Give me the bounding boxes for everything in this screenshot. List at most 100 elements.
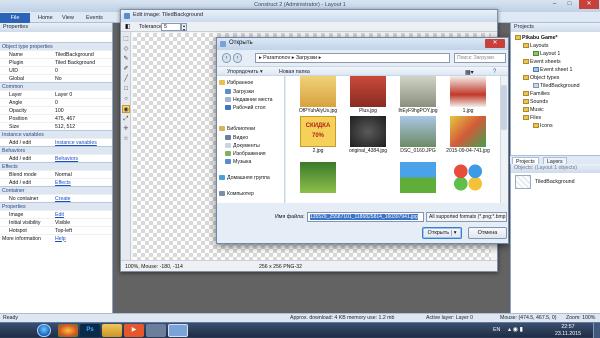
tolerance-input[interactable]: 5 — [161, 23, 181, 31]
prop-more-info[interactable]: More information Help — [0, 234, 112, 242]
file-item[interactable] — [346, 162, 390, 202]
explorer-icon[interactable] — [102, 324, 122, 337]
file-item[interactable] — [396, 162, 440, 202]
section-behaviors[interactable]: Behaviors — [0, 146, 112, 154]
select-tool-icon[interactable]: ⬚ — [122, 35, 130, 43]
edit-image-link[interactable]: Edit — [55, 212, 64, 218]
nav-music[interactable]: Музыка — [225, 159, 251, 167]
maximize-icon[interactable]: □ — [562, 0, 577, 9]
tree-layout-1[interactable]: Layout 1 — [533, 51, 560, 59]
nav-favorites[interactable]: Избранное — [219, 80, 253, 88]
nav-documents[interactable]: Документы — [225, 143, 260, 151]
tab-home[interactable]: Home — [32, 13, 59, 23]
line-tool-icon[interactable]: ╱ — [122, 75, 130, 83]
section-effects[interactable]: Effects — [0, 162, 112, 170]
pencil-icon[interactable]: ✎ — [122, 55, 130, 63]
prop-layer[interactable]: Layer Layer 0 — [0, 90, 112, 98]
tree-icons[interactable]: Icons — [533, 123, 553, 131]
tab-events[interactable]: Events — [80, 13, 109, 23]
forward-icon[interactable]: › — [233, 53, 242, 63]
chrome-icon[interactable] — [58, 324, 78, 337]
hotspot-icon[interactable]: ✛ — [122, 125, 130, 133]
clock-time[interactable]: 22:57 — [548, 324, 588, 330]
ellipse-tool-icon[interactable]: ○ — [122, 95, 130, 103]
file-item[interactable]: OfPYuhAlyUs.jpg — [296, 76, 340, 116]
file-item[interactable] — [446, 162, 490, 202]
prop-hotspot[interactable]: Hotspot Top-left — [0, 226, 112, 234]
section-instance-variables[interactable]: Instance variables — [0, 130, 112, 138]
view-options-icon[interactable]: ▦▾ — [465, 69, 474, 76]
file-item[interactable]: original_4384.jpg — [346, 116, 390, 156]
tree-layouts[interactable]: Layouts — [523, 43, 549, 51]
nav-recent[interactable]: Недавние места — [225, 97, 273, 105]
object-thumbnail[interactable] — [515, 175, 531, 189]
file-item[interactable]: lhEyF9hgPOY.jpg — [396, 76, 440, 116]
file-item[interactable]: DSC_0160.JPG — [396, 116, 440, 156]
brush-icon[interactable]: ✐ — [122, 65, 130, 73]
split-arrow-icon[interactable]: ▾ — [450, 230, 457, 236]
nav-desktop[interactable]: Рабочий стол — [225, 105, 266, 113]
help-link[interactable]: Help — [55, 236, 66, 242]
effects-link[interactable]: Effects — [55, 180, 71, 186]
nav-downloads[interactable]: Загрузки — [225, 89, 254, 97]
media-player-icon[interactable]: ▶ — [124, 324, 144, 337]
photoshop-icon[interactable]: Ps — [80, 324, 100, 337]
prop-instvars[interactable]: Add / edit Instance variables — [0, 138, 112, 146]
nav-libraries[interactable]: Библиотеки — [219, 126, 255, 134]
prop-name[interactable]: Name TiledBackground — [0, 50, 112, 58]
filetype-select[interactable]: All supported formats (*.png;*.bmp;*.jpg… — [426, 212, 507, 222]
scrollbar-thumb[interactable] — [501, 85, 507, 130]
open-button[interactable]: Открыть ▾ — [422, 227, 462, 239]
section-object-type[interactable]: Object type properties — [0, 42, 112, 50]
organize-button[interactable]: Упорядочить ▾ — [227, 69, 263, 75]
section-common[interactable]: Common — [0, 82, 112, 90]
prop-angle[interactable]: Angle 0 — [0, 98, 112, 106]
prop-initial-visibility[interactable]: Initial visibility Visible — [0, 218, 112, 226]
file-item[interactable] — [296, 162, 340, 202]
app-taskbar-icon[interactable] — [146, 324, 166, 337]
tray-icons[interactable]: ▴ ◉ ▮ — [508, 326, 523, 333]
star-icon[interactable]: ☆ — [122, 135, 130, 143]
fill-tool-icon[interactable]: ◉ — [122, 105, 130, 113]
dialog-search-input[interactable]: Поиск: Загрузки — [454, 53, 506, 63]
back-icon[interactable]: ‹ — [222, 53, 231, 63]
tree-project-root[interactable]: Pikabu Game* — [515, 35, 558, 43]
tolerance-spinner[interactable]: ▴ ▾ — [181, 23, 187, 32]
minimize-icon[interactable]: – — [547, 0, 562, 9]
tree-sounds[interactable]: Sounds — [523, 99, 548, 107]
close-icon[interactable]: ✕ — [579, 0, 599, 9]
tree-tiledbackground[interactable]: TiledBackground — [533, 83, 580, 91]
prop-container[interactable]: No container Create — [0, 194, 112, 202]
prop-opacity[interactable]: Opacity 100 — [0, 106, 112, 114]
tree-families[interactable]: Families — [523, 91, 550, 99]
prop-behaviors[interactable]: Add / edit Behaviors — [0, 154, 112, 162]
help-icon[interactable]: ? — [493, 69, 496, 75]
file-item[interactable]: 2015-09-04-741.jpg — [446, 116, 490, 156]
section-container[interactable]: Container — [0, 186, 112, 194]
file-item[interactable]: СКИДКА 70% 2.jpg — [296, 116, 340, 156]
prop-size[interactable]: Size 512, 512 — [0, 122, 112, 130]
rectangle-tool-icon[interactable]: □ — [122, 85, 130, 93]
nav-images[interactable]: Изображения — [225, 151, 266, 159]
filename-input[interactable]: 135529_25587101_1186825814_160397941.jpg — [307, 212, 424, 222]
tree-object-types[interactable]: Object types — [523, 75, 559, 83]
eyedropper-icon[interactable]: ⤢ — [122, 115, 130, 123]
eraser-icon[interactable]: ◇ — [122, 45, 130, 53]
object-item-label[interactable]: TiledBackground — [535, 179, 575, 185]
file-item[interactable]: Plus.jpg — [346, 76, 390, 116]
clock-date[interactable]: 23.11.2015 — [548, 331, 588, 337]
address-bar[interactable]: ▸ Paramonov ▸ Загрузки ▸ — [255, 53, 450, 63]
behaviors-link[interactable]: Behaviors — [55, 156, 78, 162]
file-item[interactable]: 1.jpg — [446, 76, 490, 116]
language-indicator[interactable]: EN — [493, 327, 500, 333]
construct-taskbar-icon[interactable] — [168, 324, 188, 337]
tree-event-sheets[interactable]: Event sheets — [523, 59, 561, 67]
nav-computer[interactable]: Компьютер — [219, 191, 254, 199]
dialog-close-icon[interactable]: ✕ — [485, 39, 505, 48]
tree-music[interactable]: Music — [523, 107, 544, 115]
nav-homegroup[interactable]: Домашняя группа — [219, 175, 270, 183]
prop-image[interactable]: Image Edit — [0, 210, 112, 218]
tree-event-sheet-1[interactable]: Event sheet 1 — [533, 67, 572, 75]
create-container-link[interactable]: Create — [55, 196, 71, 202]
prop-position[interactable]: Position 475, 467 — [0, 114, 112, 122]
